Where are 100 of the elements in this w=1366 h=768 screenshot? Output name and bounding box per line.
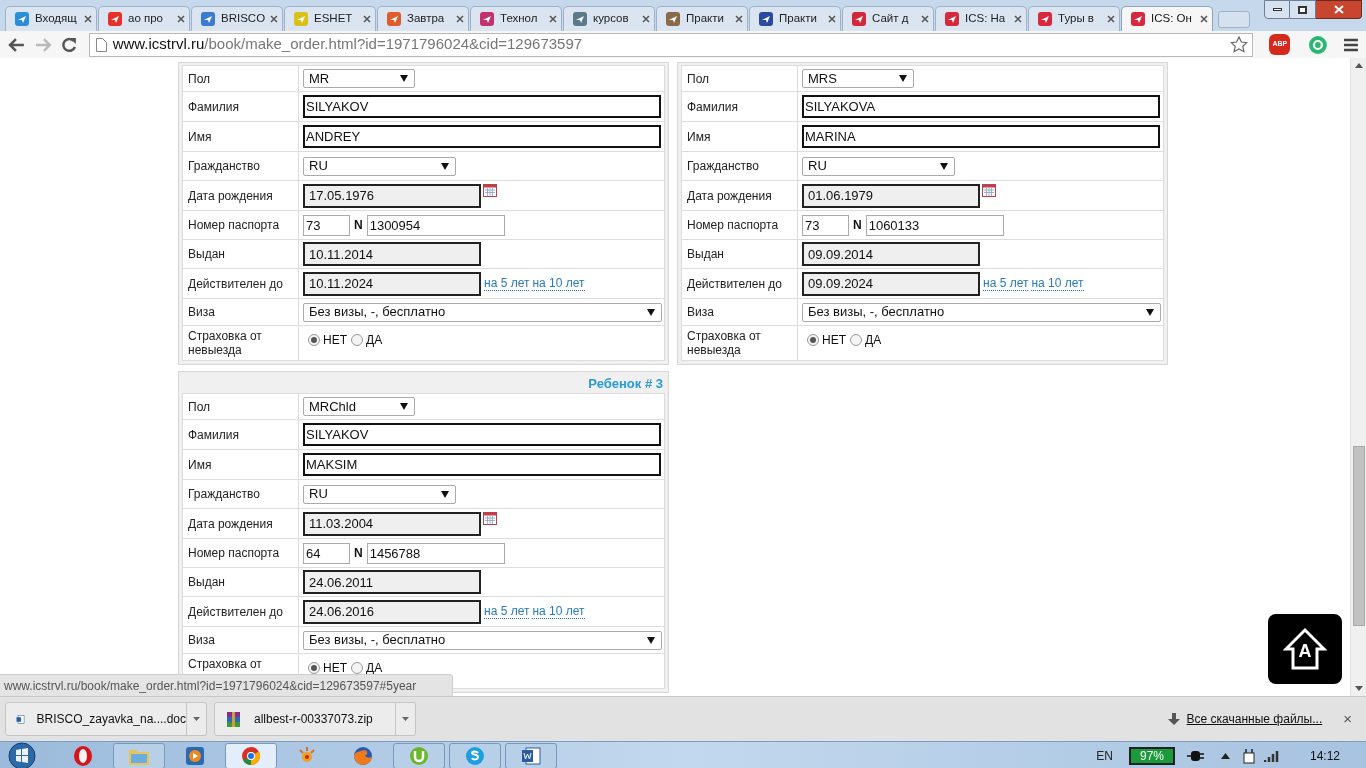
browser-tab[interactable]: курсов xyxy=(563,6,655,31)
start-button[interactable] xyxy=(7,741,37,768)
close-icon[interactable] xyxy=(735,15,743,23)
close-icon[interactable] xyxy=(549,15,557,23)
issue-date-field[interactable]: 24.06.2011 xyxy=(303,570,481,594)
download-item[interactable]: BRISCO_zayavka_na....doc xyxy=(5,702,187,736)
minimize-button[interactable] xyxy=(1264,0,1290,19)
browser-tab[interactable]: Завтра xyxy=(377,6,469,31)
browser-tab[interactable]: ао про xyxy=(98,6,190,31)
passport-number-field[interactable]: 1300954 xyxy=(366,214,505,236)
close-icon[interactable] xyxy=(1014,15,1022,23)
visa-dropdown[interactable]: Без визы, -, бесплатно xyxy=(303,302,662,322)
download-item[interactable]: allbest-r-00337073.zip xyxy=(214,702,396,736)
all-downloads-link[interactable]: Все скачанные файлы... xyxy=(1186,710,1323,728)
scrollbar[interactable] xyxy=(1350,58,1366,696)
name-field[interactable]: SILYAKOV xyxy=(303,423,661,446)
extension-icon[interactable] xyxy=(1308,34,1329,55)
close-downloads-button[interactable]: × xyxy=(1343,707,1352,731)
name-field[interactable]: MARINA xyxy=(802,125,1160,148)
radio-button[interactable] xyxy=(807,334,819,346)
show-hidden-icon[interactable] xyxy=(1220,752,1230,759)
browser-tab[interactable]: BRISCO xyxy=(191,6,283,31)
back-icon[interactable] xyxy=(8,36,26,53)
taskbar-app[interactable] xyxy=(505,742,557,768)
browser-tab[interactable]: ICS: На xyxy=(935,6,1027,31)
star-icon[interactable] xyxy=(1230,36,1249,53)
accessibility-button[interactable]: A xyxy=(1268,614,1342,684)
signal-icon[interactable] xyxy=(1263,748,1280,763)
passport-series-field[interactable]: 64 xyxy=(303,542,350,564)
passport-series-field[interactable]: 73 xyxy=(802,214,849,236)
menu-icon[interactable] xyxy=(1344,37,1358,52)
radio-button[interactable] xyxy=(308,662,320,674)
passport-series-field[interactable]: 73 xyxy=(303,214,350,236)
radio-button[interactable] xyxy=(308,334,320,346)
radio-button[interactable] xyxy=(351,662,363,674)
browser-tab[interactable]: ESHET xyxy=(284,6,376,31)
field-label: Действителен до xyxy=(188,276,284,291)
passport-number-field[interactable]: 1060133 xyxy=(865,214,1004,236)
browser-tab[interactable]: Практи xyxy=(656,6,748,31)
name-field[interactable]: SILYAKOVA xyxy=(802,95,1160,118)
title-dropdown[interactable]: MRChld xyxy=(303,397,415,416)
birth-date-field[interactable]: 17.05.1976 xyxy=(303,183,481,208)
radio-button[interactable] xyxy=(351,334,363,346)
close-icon[interactable] xyxy=(1200,15,1208,23)
scrollbar-thumb[interactable] xyxy=(1352,446,1365,626)
taskbar-app[interactable] xyxy=(225,742,277,768)
validity-link[interactable]: на 5 лет xyxy=(983,276,1029,291)
language-indicator[interactable]: EN xyxy=(1096,746,1113,765)
validity-link[interactable]: на 10 лет xyxy=(1031,276,1084,291)
passport-number-field[interactable]: 1456788 xyxy=(366,542,505,564)
expiry-date-field[interactable]: 09.09.2024 xyxy=(802,271,980,296)
birth-date-field[interactable]: 11.03.2004 xyxy=(303,511,481,536)
validity-link[interactable]: на 5 лет xyxy=(484,276,530,291)
restore-button[interactable] xyxy=(1290,0,1316,19)
expiry-date-field[interactable]: 10.11.2024 xyxy=(303,271,481,296)
validity-link[interactable]: на 10 лет xyxy=(532,276,585,291)
name-field[interactable]: ANDREY xyxy=(303,125,661,148)
visa-dropdown[interactable]: Без визы, -, бесплатно xyxy=(802,302,1161,322)
close-icon[interactable] xyxy=(828,15,836,23)
clock[interactable]: 14:12 xyxy=(1309,746,1340,765)
browser-tab[interactable]: Сайт д xyxy=(842,6,934,31)
calendar-icon[interactable] xyxy=(483,184,497,197)
title-dropdown[interactable]: MR xyxy=(303,69,415,88)
close-icon[interactable] xyxy=(1107,15,1115,23)
citizenship-dropdown[interactable]: RU xyxy=(802,156,955,176)
scroll-down-icon[interactable] xyxy=(1354,686,1363,691)
battery-indicator[interactable]: 97% xyxy=(1128,746,1175,765)
title-dropdown[interactable]: MRS xyxy=(802,69,914,88)
browser-tab[interactable]: Технол xyxy=(470,6,562,31)
power-plug-icon[interactable] xyxy=(1241,747,1256,764)
browser-tab[interactable]: Входящ xyxy=(5,6,97,31)
close-icon[interactable] xyxy=(177,15,185,23)
reload-icon[interactable] xyxy=(59,35,78,54)
scroll-up-icon[interactable] xyxy=(1354,63,1363,68)
close-icon[interactable] xyxy=(456,15,464,23)
close-icon[interactable] xyxy=(84,15,92,23)
close-icon[interactable] xyxy=(270,15,278,23)
close-icon[interactable] xyxy=(921,15,929,23)
calendar-icon[interactable] xyxy=(982,184,996,197)
visa-dropdown[interactable]: Без визы, -, бесплатно xyxy=(303,630,662,650)
issue-date-field[interactable]: 10.11.2014 xyxy=(303,242,481,266)
browser-tab[interactable]: Туры в xyxy=(1028,6,1120,31)
browser-tab[interactable]: Практи xyxy=(749,6,841,31)
address-bar[interactable]: www.icstrvl.ru/book/make_order.html?id=1971796024&cid=129673597 xyxy=(88,32,1254,57)
radio-button[interactable] xyxy=(850,334,862,346)
close-window-button[interactable] xyxy=(1316,0,1362,19)
calendar-icon[interactable] xyxy=(483,512,497,525)
close-icon[interactable] xyxy=(642,15,650,23)
validity-link[interactable]: на 10 лет xyxy=(532,604,585,619)
issue-date-field[interactable]: 09.09.2014 xyxy=(802,242,980,266)
birth-date-field[interactable]: 01.06.1979 xyxy=(802,183,980,208)
close-icon[interactable] xyxy=(363,15,371,23)
name-field[interactable]: SILYAKOV xyxy=(303,95,661,118)
browser-tab[interactable]: ICS: Он xyxy=(1121,6,1213,31)
citizenship-dropdown[interactable]: RU xyxy=(303,156,456,176)
taskbar-app[interactable] xyxy=(393,742,445,768)
citizenship-dropdown[interactable]: RU xyxy=(303,484,456,504)
validity-link[interactable]: на 5 лет xyxy=(484,604,530,619)
expiry-date-field[interactable]: 24.06.2016 xyxy=(303,599,481,624)
name-field[interactable]: MAKSIM xyxy=(303,453,661,476)
